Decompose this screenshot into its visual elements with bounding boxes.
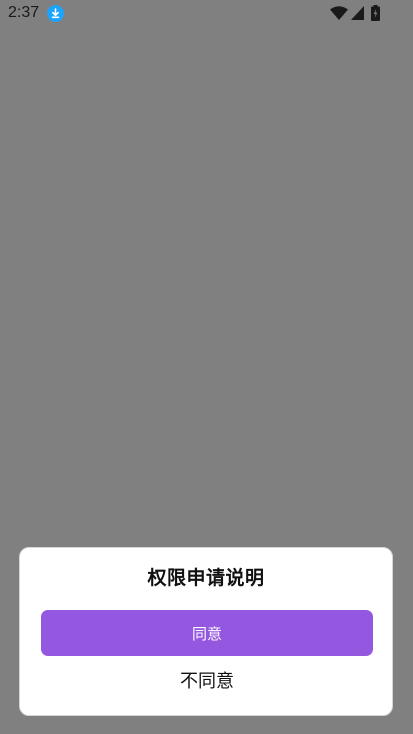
disagree-button[interactable]: 不同意 [41, 664, 373, 698]
wifi-icon [330, 6, 348, 20]
battery-icon [371, 5, 380, 21]
permission-dialog: 权限申请说明 同意 不同意 [19, 547, 393, 716]
download-icon [47, 5, 64, 22]
signal-icon [351, 6, 364, 20]
agree-button[interactable]: 同意 [41, 610, 373, 656]
dialog-title: 权限申请说明 [147, 567, 265, 589]
status-time: 2:37 [8, 4, 40, 21]
status-bar: 2:37 [0, 0, 413, 28]
app-screen: 2:37 权限申请说明 同意 不同意 [0, 0, 413, 734]
